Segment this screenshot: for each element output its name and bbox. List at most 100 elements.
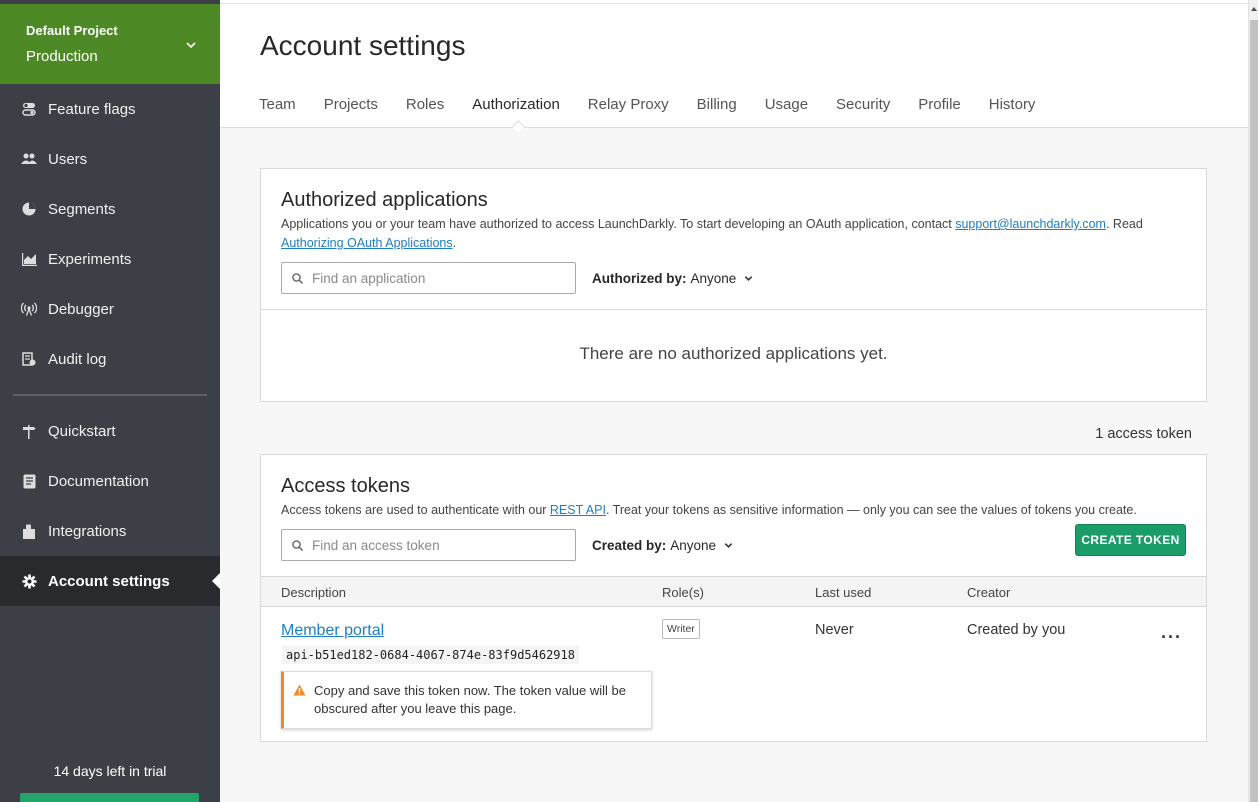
page-header: Account settings Team Projects Roles Aut… — [220, 4, 1248, 128]
scroll-up-icon[interactable] — [1251, 7, 1257, 11]
sidebar-item-label: Debugger — [48, 300, 114, 318]
sidebar-item-account-settings[interactable]: Account settings — [0, 556, 220, 606]
search-icon — [292, 272, 303, 284]
sidebar-item-label: Users — [48, 150, 88, 168]
description-text: . Read — [1105, 217, 1143, 231]
column-header-last-used[interactable]: Last used — [815, 585, 871, 600]
chevron-down-icon — [186, 42, 196, 49]
tab-roles[interactable]: Roles — [406, 96, 444, 113]
column-header-roles[interactable]: Role(s) — [662, 585, 704, 600]
token-warning: Copy and save this token now. The token … — [281, 671, 652, 729]
broadcast-icon — [21, 301, 37, 317]
token-name-link[interactable]: Member portal — [281, 622, 384, 640]
more-actions-icon[interactable]: ··· — [1161, 627, 1182, 648]
description-text: Applications you or your team have autho… — [281, 217, 956, 231]
tab-history[interactable]: History — [989, 96, 1036, 113]
audit-icon — [21, 351, 37, 367]
sidebar-item-label: Audit log — [48, 350, 107, 368]
sidebar-divider — [13, 394, 207, 396]
chevron-down-icon — [745, 276, 753, 281]
oauth-docs-link[interactable]: Authorizing OAuth Applications — [281, 236, 453, 250]
filter-label: Authorized by: — [592, 271, 687, 286]
description-text: Access tokens are used to authenticate w… — [281, 503, 550, 517]
card-description: Applications you or your team have autho… — [281, 215, 1191, 253]
chart-icon — [21, 251, 37, 267]
page-title: Account settings — [260, 30, 466, 61]
tab-projects[interactable]: Projects — [324, 96, 378, 113]
toggle-icon — [21, 101, 37, 117]
created-by-filter[interactable]: Created by: Anyone — [592, 538, 733, 553]
gear-icon — [21, 573, 37, 589]
column-header-creator[interactable]: Creator — [967, 585, 1010, 600]
upgrade-button[interactable] — [20, 793, 199, 802]
creator-value: Created by you — [967, 622, 1066, 638]
table-header: Description Role(s) Last used Creator — [261, 576, 1206, 607]
role-badge: Writer — [662, 619, 700, 639]
signpost-icon — [21, 423, 37, 439]
chevron-down-icon — [724, 543, 733, 548]
sidebar-item-segments[interactable]: Segments — [0, 184, 220, 234]
filter-value: Anyone — [690, 271, 737, 286]
trial-status: 14 days left in trial — [53, 763, 167, 779]
sidebar-item-experiments[interactable]: Experiments — [0, 234, 220, 284]
tab-security[interactable]: Security — [836, 96, 890, 113]
sidebar-item-integrations[interactable]: Integrations — [0, 506, 220, 556]
search-icon — [292, 539, 303, 551]
project-switcher[interactable]: Default Project Production — [0, 4, 220, 84]
sidebar-item-label: Integrations — [48, 522, 127, 540]
empty-state: There are no authorized applications yet… — [579, 344, 888, 363]
filter-value: Anyone — [670, 538, 717, 553]
authorized-applications-card: Authorized applications Applications you… — [260, 168, 1207, 402]
puzzle-icon — [21, 523, 37, 539]
users-icon — [21, 151, 37, 167]
tab-relay-proxy[interactable]: Relay Proxy — [588, 96, 669, 113]
create-token-button[interactable]: CREATE TOKEN — [1075, 524, 1186, 556]
project-name: Default Project — [26, 23, 118, 38]
sidebar-item-documentation[interactable]: Documentation — [0, 456, 220, 506]
sidebar-item-label: Quickstart — [48, 422, 116, 440]
last-used-value: Never — [815, 622, 854, 638]
card-description: Access tokens are used to authenticate w… — [281, 501, 1191, 520]
sidebar: Default Project Production Feature flags… — [0, 0, 220, 802]
pie-icon — [21, 201, 37, 217]
warning-text: Copy and save this token now. The token … — [314, 683, 626, 716]
authorized-by-filter[interactable]: Authorized by: Anyone — [592, 271, 753, 286]
main-content: Account settings Team Projects Roles Aut… — [220, 0, 1248, 802]
filter-label: Created by: — [592, 538, 667, 553]
settings-tabs: Team Projects Roles Authorization Relay … — [259, 96, 1063, 113]
token-search[interactable] — [281, 529, 576, 561]
sidebar-item-label: Segments — [48, 200, 116, 218]
rest-api-link[interactable]: REST API — [550, 503, 606, 517]
support-email-link[interactable]: support@launchdarkly.com — [955, 217, 1106, 231]
tab-billing[interactable]: Billing — [697, 96, 737, 113]
tab-authorization[interactable]: Authorization — [472, 96, 560, 113]
sidebar-item-users[interactable]: Users — [0, 134, 220, 184]
environment-name: Production — [26, 48, 98, 65]
sidebar-item-label: Documentation — [48, 472, 149, 490]
scrollbar-thumb[interactable] — [1250, 20, 1258, 802]
application-search-input[interactable] — [312, 270, 562, 286]
sidebar-item-feature-flags[interactable]: Feature flags — [0, 84, 220, 134]
card-title: Authorized applications — [281, 189, 488, 211]
document-icon — [21, 473, 37, 489]
description-text: . Treat your tokens as sensitive informa… — [605, 503, 1137, 517]
warning-icon — [293, 684, 306, 696]
token-search-input[interactable] — [312, 537, 562, 553]
sidebar-item-debugger[interactable]: Debugger — [0, 284, 220, 334]
sidebar-item-label: Account settings — [48, 572, 170, 590]
card-title: Access tokens — [281, 475, 410, 497]
sidebar-item-audit-log[interactable]: Audit log — [0, 334, 220, 384]
column-header-description[interactable]: Description — [281, 585, 346, 600]
tab-profile[interactable]: Profile — [918, 96, 961, 113]
scrollbar[interactable] — [1248, 0, 1258, 802]
application-search[interactable] — [281, 262, 576, 294]
sidebar-item-label: Experiments — [48, 250, 132, 268]
description-text: . — [452, 236, 457, 250]
access-tokens-card: Access tokens Access tokens are used to … — [260, 454, 1207, 742]
tab-usage[interactable]: Usage — [765, 96, 808, 113]
sidebar-item-quickstart[interactable]: Quickstart — [0, 406, 220, 456]
token-value[interactable]: api-b51ed182-0684-4067-874e-83f9d5462918 — [282, 646, 579, 664]
token-count: 1 access token — [1095, 426, 1192, 442]
tab-team[interactable]: Team — [259, 96, 296, 113]
card-divider — [261, 309, 1206, 310]
